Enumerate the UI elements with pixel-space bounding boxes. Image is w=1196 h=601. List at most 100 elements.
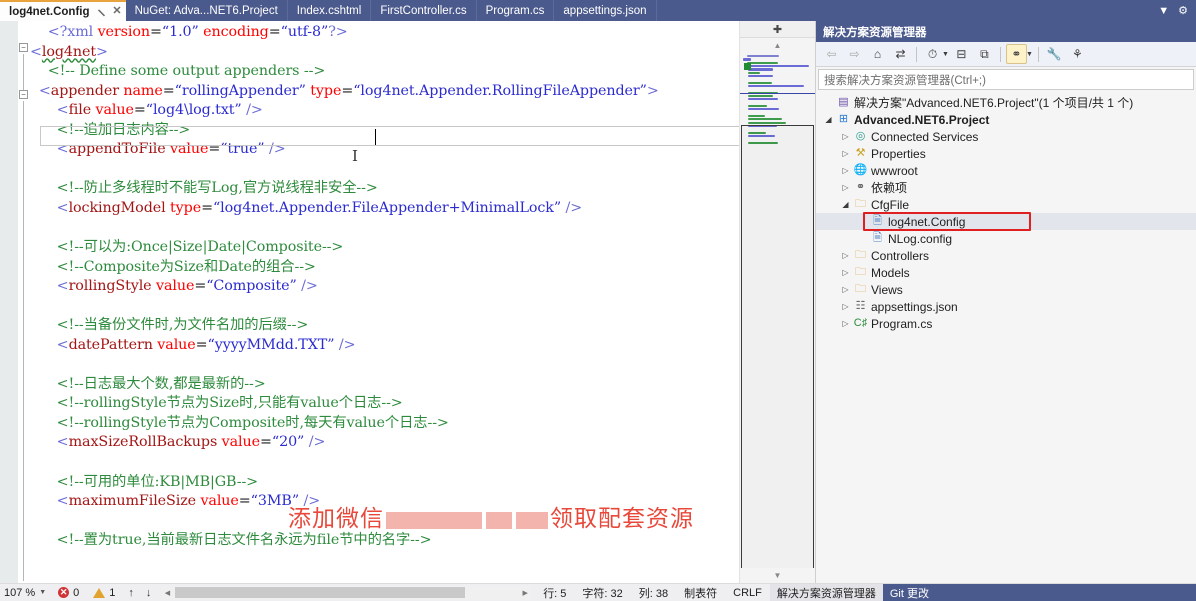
forward-icon[interactable]: ⇨: [844, 44, 865, 64]
tab-index-cshtml[interactable]: Index.cshtml: [287, 0, 372, 21]
status-git-changes-tab[interactable]: Git 更改: [882, 583, 936, 601]
refresh-icon[interactable]: ⧉: [974, 44, 995, 64]
tree-node-models[interactable]: ▷ 🗀 Models: [816, 264, 1196, 281]
scrollbar-thumb[interactable]: [175, 587, 466, 598]
tree-node-cfgfile[interactable]: ◢ 🗀 CfgFile: [816, 196, 1196, 213]
chevron-down-icon[interactable]: ▼: [942, 51, 949, 58]
code-editor[interactable]: − − <?xml version=“1.0” encoding=“utf-8”…: [0, 21, 739, 583]
chevron-right-icon[interactable]: ▷: [839, 319, 852, 328]
code-line: <!-- Define some output appenders -->: [47, 63, 326, 80]
split-view-handle[interactable]: ✚: [740, 21, 815, 38]
tab-program-cs[interactable]: Program.cs: [476, 0, 555, 21]
tab-list-dropdown-icon[interactable]: ▼: [1158, 5, 1169, 17]
editor-outlining-margin[interactable]: − −: [18, 21, 30, 583]
tree-node-connected-services[interactable]: ▷ ◎ Connected Services: [816, 128, 1196, 145]
error-count-item[interactable]: ✕ 0: [51, 587, 86, 599]
tree-node-appsettings-json[interactable]: ▷ ☷ appsettings.json: [816, 298, 1196, 315]
tree-node-views[interactable]: ▷ 🗀 Views: [816, 281, 1196, 298]
tree-node-advanced-net6-project-1-1[interactable]: ▤ 解决方案"Advanced.NET6.Project"(1 个项目/共 1 个…: [816, 94, 1196, 111]
scroll-right-icon[interactable]: ▶: [519, 589, 531, 597]
minimap-current-line-marker: [740, 93, 815, 94]
tree-node-label: Views: [871, 282, 903, 297]
tab-label: Program.cs: [485, 4, 545, 17]
solution-tree[interactable]: ▤ 解决方案"Advanced.NET6.Project"(1 个项目/共 1 个…: [816, 90, 1196, 583]
code-line: <maxSizeRollBackups value=“20” />: [56, 434, 326, 451]
search-placeholder: 搜索解决方案资源管理器(Ctrl+;): [824, 74, 986, 87]
code-text-area[interactable]: <?xml version=“1.0” encoding=“utf-8”?> <l…: [30, 21, 739, 583]
tab-nuget[interactable]: NuGet: Adva...NET6.Project: [125, 0, 288, 21]
minimap-line: [748, 81, 773, 84]
minimap-line: [748, 108, 780, 111]
minimap-line: [743, 78, 812, 80]
chevron-right-icon[interactable]: ▷: [839, 285, 852, 294]
tree-node-program-cs[interactable]: ▷ C♯ Program.cs: [816, 315, 1196, 332]
chevron-right-icon[interactable]: ▷: [839, 302, 852, 311]
fold-toggle-appender[interactable]: −: [19, 90, 28, 99]
tree-node-controllers[interactable]: ▷ 🗀 Controllers: [816, 247, 1196, 264]
tree-node-label: wwwroot: [871, 163, 918, 178]
search-input[interactable]: 搜索解决方案资源管理器(Ctrl+;): [818, 69, 1194, 90]
chevron-right-icon[interactable]: ▷: [839, 132, 852, 141]
chevron-down-icon[interactable]: ◢: [822, 115, 835, 124]
tree-node-[interactable]: ▷ ⚭ 依赖项: [816, 179, 1196, 196]
status-bar-right: 行: 5 字符: 32 列: 38 制表符 CRLF 解决方案资源管理器 Git…: [535, 583, 1196, 601]
preview-selected-items-icon[interactable]: ⚘: [1067, 44, 1088, 64]
tree-node-label: Controllers: [871, 248, 930, 263]
tree-node-label: 解决方案"Advanced.NET6.Project"(1 个项目/共 1 个): [854, 96, 1134, 110]
fold-toggle-log4net[interactable]: −: [19, 43, 28, 52]
tree-node-label: Models: [871, 265, 910, 280]
minimap-scroll-up-icon[interactable]: ▲: [740, 38, 815, 53]
tab-settings-gear-icon[interactable]: ⚙: [1178, 4, 1188, 17]
home-icon[interactable]: ⌂: [867, 44, 888, 64]
scrollbar-track[interactable]: [173, 586, 520, 599]
next-issue-arrow-icon[interactable]: ↓: [140, 587, 158, 599]
tab-firstcontroller-cs[interactable]: FirstController.cs: [371, 0, 477, 21]
tree-node-nlog-config[interactable]: 🗎 NLog.config: [816, 230, 1196, 247]
tab-appsettings-json[interactable]: appsettings.json: [554, 0, 657, 21]
pin-icon[interactable]: ⚊: [95, 3, 110, 18]
tree-node-advanced-net6-project[interactable]: ◢ ⊞ Advanced.NET6.Project: [816, 111, 1196, 128]
tree-node-label: NLog.config: [888, 231, 953, 246]
tab-log4net-config[interactable]: log4net.Config ⚊ ✕: [0, 0, 126, 21]
chevron-right-icon[interactable]: ▷: [839, 251, 852, 260]
minimap-line: [743, 102, 812, 104]
horizontal-scrollbar[interactable]: ◀ ▶: [161, 585, 532, 600]
chevron-down-icon[interactable]: ▼: [39, 589, 46, 596]
warning-count-item[interactable]: 1: [86, 587, 122, 599]
zoom-level-control[interactable]: 107 % ▼: [0, 587, 51, 599]
chevron-down-icon[interactable]: ◢: [839, 200, 852, 209]
status-solution-explorer-tab[interactable]: 解决方案资源管理器: [769, 583, 883, 601]
minimap-viewport[interactable]: [741, 125, 814, 568]
sync-with-active-document-icon[interactable]: ⇄: [890, 44, 911, 64]
folder-icon: 🗀: [855, 198, 866, 210]
properties-icon[interactable]: 🔧: [1044, 44, 1065, 64]
code-line: <appender name=“rollingAppender” type=“l…: [38, 82, 659, 99]
tree-node-properties[interactable]: ▷ ⚒ Properties: [816, 145, 1196, 162]
chevron-right-icon[interactable]: ▷: [839, 183, 852, 192]
minimap-canvas[interactable]: [740, 53, 815, 568]
pending-changes-filter-icon[interactable]: ⏱: [922, 44, 943, 64]
back-icon[interactable]: ⇦: [821, 44, 842, 64]
tree-node-wwwroot[interactable]: ▷ 🌐 wwwroot: [816, 162, 1196, 179]
chevron-right-icon[interactable]: ▷: [839, 166, 852, 175]
code-line: <lockingModel type=“log4net.Appender.Fil…: [56, 199, 583, 216]
chevron-right-icon[interactable]: ▷: [839, 268, 852, 277]
minimap-line: [746, 55, 780, 58]
code-line: <!--Composite为Size和Date的组合-->: [56, 258, 316, 275]
previous-issue-arrow-icon[interactable]: ↑: [122, 587, 140, 599]
chevron-right-icon[interactable]: ▷: [839, 149, 852, 158]
close-icon[interactable]: ✕: [112, 6, 121, 17]
tab-bar-controls: ▼ ⚙: [1150, 0, 1196, 21]
show-all-files-icon[interactable]: ⚭: [1005, 44, 1027, 64]
collapse-all-icon[interactable]: ⊟: [951, 44, 972, 64]
chevron-down-icon[interactable]: ▼: [1026, 51, 1033, 58]
tree-node-log4net-config[interactable]: 🗎 log4net.Config: [816, 212, 1196, 231]
fold-guide-line: [23, 54, 24, 90]
minimap-scroll-down-icon[interactable]: ▼: [740, 568, 815, 583]
char-number: 字符: 32: [582, 587, 623, 600]
scroll-left-icon[interactable]: ◀: [161, 589, 173, 597]
editor-minimap[interactable]: ✚ ▲ ▼: [739, 21, 815, 583]
